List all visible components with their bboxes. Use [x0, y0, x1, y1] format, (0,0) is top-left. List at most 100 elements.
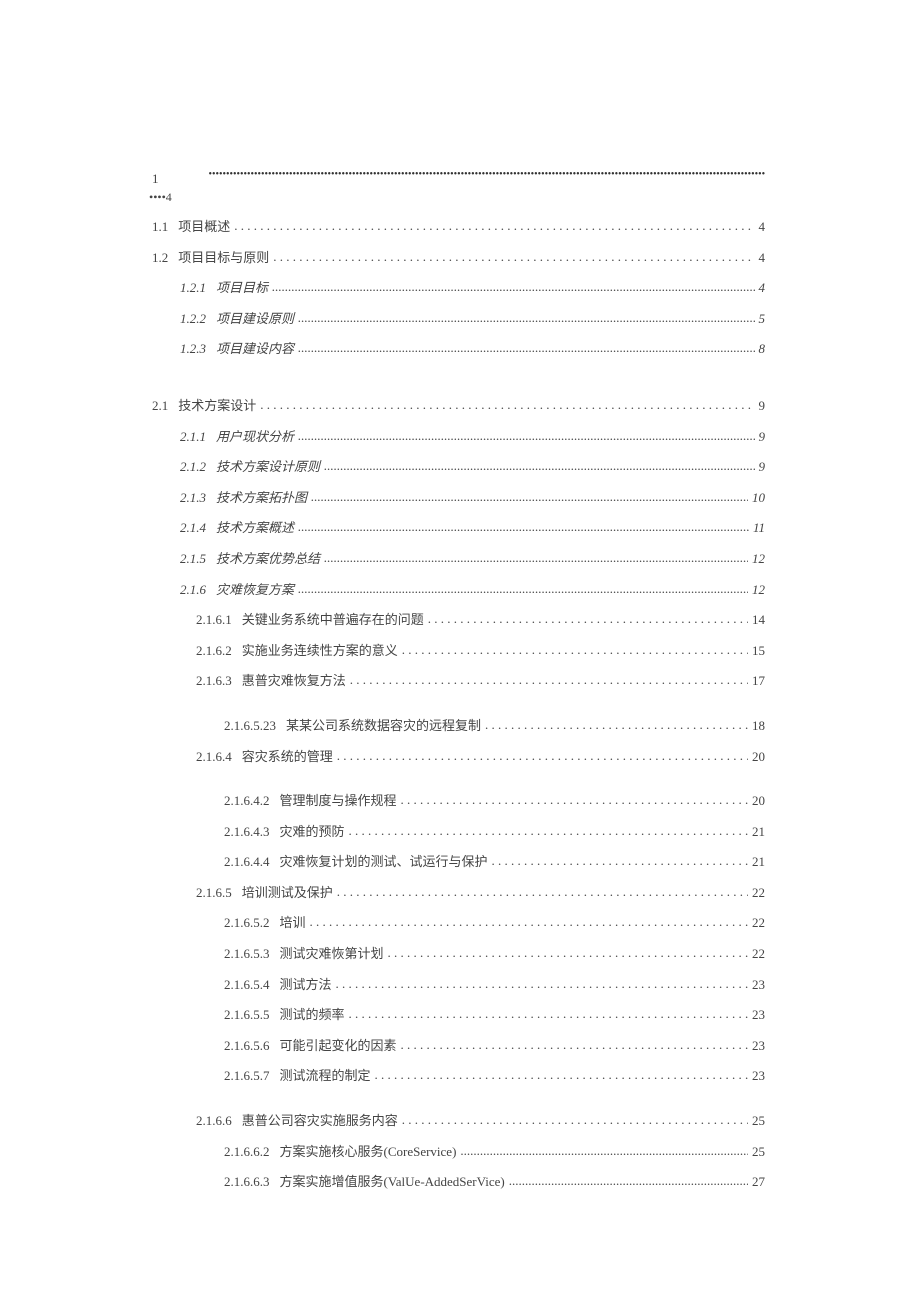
toc-entry-title: 惠普灾难恢复方法	[242, 673, 346, 689]
toc-entry-page: 21	[752, 824, 765, 840]
toc-leader	[509, 1173, 748, 1186]
toc-entry-page: 4	[759, 280, 766, 296]
toc-entry: 1.2.2项目建设原则5	[152, 310, 765, 327]
toc-leader	[375, 1067, 748, 1080]
toc-entry-page: 4	[759, 250, 766, 266]
toc-entry-title: 测试的频率	[280, 1007, 345, 1023]
toc-entry-page: 15	[752, 643, 765, 659]
toc-entry-number: 1.2	[152, 250, 168, 266]
toc-entry-page: 25	[752, 1113, 765, 1129]
toc-entry-title: 管理制度与操作规程	[280, 793, 397, 809]
toc-entry: 2.1.6.5.2 培训 22	[152, 914, 765, 931]
toc-entry-page: 22	[752, 946, 765, 962]
toc-entry-title: 培训	[280, 915, 306, 931]
toc-entry-title: 关键业务系统中普遍存在的问题	[242, 612, 424, 628]
toc-leader	[401, 1037, 748, 1050]
toc-entry-number: 2.1.6.5.23	[224, 718, 276, 734]
toc-entry: 2.1.3技术方案拓扑图10	[152, 489, 765, 506]
toc-entry-number: 2.1.6.5.7	[224, 1068, 270, 1084]
toc-entry: 2.1.6.4.4灾难恢复计划的测试、试运行与保护21	[152, 853, 765, 870]
toc-entry-page: 23	[752, 1007, 765, 1023]
toc-entry-title: 测试方法	[280, 977, 332, 993]
toc-leader	[298, 581, 748, 594]
toc-entry-number: 2.1.6.4.3	[224, 824, 270, 840]
toc-entry-title: 技术方案概述	[216, 520, 294, 536]
header-sub: ••••4	[149, 190, 765, 205]
toc-leader	[460, 1143, 748, 1156]
toc-entry-number: 2.1.6.6	[196, 1113, 232, 1129]
toc-entry-page: 22	[752, 915, 765, 931]
toc-entry-title: 技术方案拓扑图	[216, 490, 307, 506]
toc-entry-title: 用户现状分析	[216, 429, 294, 445]
toc-leader	[298, 310, 754, 323]
toc-entry: 2.1.6.5.23 某某公司系统数据容灾的远程复制 18	[152, 717, 765, 734]
toc-entry: 1.1 项目概述 4	[152, 218, 765, 235]
toc-entry-number: 2.1.6.5.2	[224, 915, 270, 931]
toc-entry-title: 方案实施增值服务(ValUe-AddedSerVice)	[280, 1174, 505, 1190]
toc-entry-number: 2.1.6.5	[196, 885, 232, 901]
toc-entry: 2.1.1用户现状分析9	[152, 428, 765, 445]
toc-leader	[324, 550, 748, 563]
toc-entry-page: 12	[752, 551, 765, 567]
toc-entry-page: 23	[752, 1038, 765, 1054]
toc-entry-title: 技术方案设计	[178, 398, 256, 414]
toc-entry: 2.1.6.5培训测试及保护22	[152, 884, 765, 901]
toc-leader	[310, 914, 748, 927]
toc-entry-number: 1.2.3	[180, 341, 206, 357]
toc-leader	[337, 748, 748, 761]
toc-entry-title: 技术方案优势总结	[216, 551, 320, 567]
toc-entry-page: 23	[752, 1068, 765, 1084]
table-of-contents: 1.1项目概述41.2项目目标与原则41.2.1项目目标41.2.2项目建设原则…	[152, 218, 765, 1204]
toc-entry-page: 11	[753, 520, 765, 536]
toc-leader	[272, 279, 754, 292]
toc-entry: 2.1.6.2实施业务连续性方案的意义15	[152, 642, 765, 659]
toc-entry-page: 27	[752, 1174, 765, 1190]
toc-entry-number: 2.1.1	[180, 429, 206, 445]
toc-entry-title: 灾难恢复计划的测试、试运行与保护	[280, 854, 488, 870]
toc-entry-page: 20	[752, 793, 765, 809]
toc-entry-number: 1.1	[152, 219, 168, 235]
toc-entry-number: 2.1.6.4.4	[224, 854, 270, 870]
toc-entry: 1.2.1项目目标4	[152, 279, 765, 296]
toc-entry-title: 灾难的预防	[280, 824, 345, 840]
header-leader	[209, 167, 766, 183]
toc-leader	[428, 611, 748, 624]
toc-entry-number: 2.1.6.3	[196, 673, 232, 689]
toc-leader	[273, 249, 754, 262]
toc-entry-number: 1.2.1	[180, 280, 206, 296]
toc-entry: 2.1.4技术方案概述11	[152, 519, 765, 536]
toc-leader	[260, 397, 754, 410]
toc-leader	[311, 489, 748, 502]
toc-entry-page: 5	[759, 311, 766, 327]
toc-entry-title: 技术方案设计原则	[216, 459, 320, 475]
toc-entry: 2.1.6.5.4测试方法23	[152, 976, 765, 993]
toc-entry-number: 2.1.6.4	[196, 749, 232, 765]
toc-entry-page: 18	[752, 718, 765, 734]
toc-entry: 2.1.6.6惠普公司容灾实施服务内容25	[152, 1112, 765, 1129]
document-page: 1 ••••4 1.1项目概述41.2项目目标与原则41.2.1项目目标41.2…	[0, 0, 920, 1301]
toc-entry: 1.2.3项目建设内容8	[152, 340, 765, 357]
toc-entry-page: 12	[752, 582, 765, 598]
toc-entry-number: 2.1.6.6.2	[224, 1144, 270, 1160]
toc-entry-page: 8	[759, 341, 766, 357]
toc-entry: 2.1.6.4.3 灾难的预防 21	[152, 823, 765, 840]
toc-entry: 1.2项目目标与原则4	[152, 249, 765, 266]
toc-leader	[324, 458, 754, 471]
toc-leader	[349, 1006, 748, 1019]
toc-leader	[349, 823, 748, 836]
toc-entry-title: 可能引起变化的因素	[280, 1038, 397, 1054]
toc-entry-title: 项目概述	[178, 219, 230, 235]
toc-leader	[298, 340, 754, 353]
toc-entry-number: 2.1.6.6.3	[224, 1174, 270, 1190]
toc-leader	[234, 218, 754, 231]
toc-entry-number: 2.1.6.5.6	[224, 1038, 270, 1054]
toc-entry-title: 某某公司系统数据容灾的远程复制	[286, 718, 481, 734]
toc-leader	[336, 976, 748, 989]
toc-leader	[388, 945, 748, 958]
toc-entry-page: 4	[759, 219, 766, 235]
toc-entry-title: 项目建设原则	[216, 311, 294, 327]
toc-leader	[298, 428, 754, 441]
toc-entry-page: 20	[752, 749, 765, 765]
toc-entry: 2.1.6.6.3 方案实施增值服务(ValUe-AddedSerVice) 27	[152, 1173, 765, 1190]
toc-entry-number: 2.1	[152, 398, 168, 414]
